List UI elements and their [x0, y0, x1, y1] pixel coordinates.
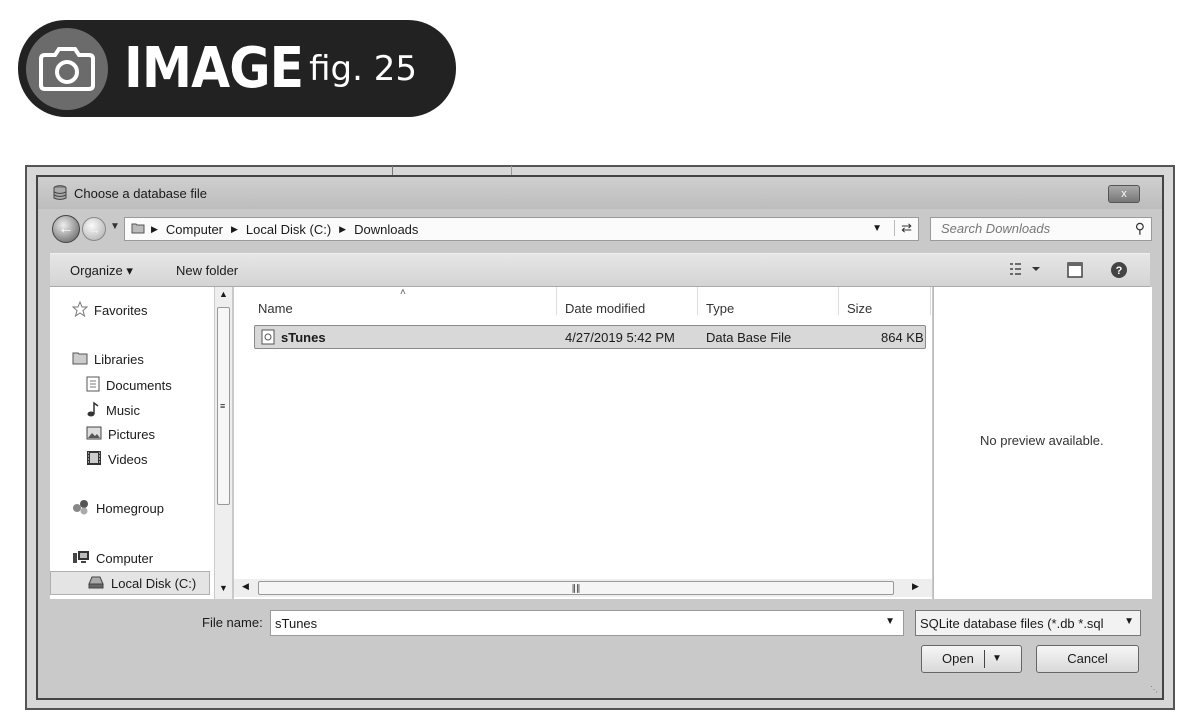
search-input[interactable]: Search Downloads ⚲ [930, 217, 1152, 241]
file-date: 4/27/2019 5:42 PM [565, 330, 675, 345]
search-icon[interactable]: ⚲ [1135, 220, 1145, 237]
figure-badge: IMAGE fig. 25 [18, 20, 456, 117]
folder-icon [131, 221, 145, 238]
breadcrumb-downloads[interactable]: ▶ Downloads [339, 222, 418, 237]
svg-text:?: ? [1116, 265, 1123, 277]
refresh-icon[interactable]: ⇄ [894, 220, 912, 236]
file-name-field[interactable]: sTunes ▼ [270, 610, 904, 636]
new-folder-button[interactable]: New folder [176, 263, 238, 278]
cancel-button[interactable]: Cancel [1036, 645, 1139, 673]
file-type-select[interactable]: SQLite database files (*.db *.sql ▼ [915, 610, 1141, 636]
nav-documents[interactable]: Documents [86, 376, 172, 395]
figure-title: IMAGE [124, 36, 304, 101]
toolbar: Organize ▾ New folder ? [50, 253, 1150, 287]
file-list-pane: ˄ Name Date modified Type Size sTunes 4/… [234, 287, 932, 599]
video-icon [86, 450, 102, 469]
open-button-label: Open [942, 651, 974, 666]
column-name[interactable]: Name [258, 301, 293, 316]
close-button[interactable]: x [1108, 185, 1140, 203]
forward-arrow-icon: → [87, 221, 101, 237]
scroll-left-icon[interactable]: ◀ [242, 581, 249, 592]
file-name: sTunes [281, 330, 326, 345]
nav-computer[interactable]: Computer [72, 549, 153, 568]
organize-button[interactable]: Organize ▾ [70, 263, 133, 279]
database-icon [52, 185, 68, 204]
close-icon: x [1121, 188, 1127, 200]
sort-indicator-icon: ˄ [400, 287, 406, 298]
recent-pages-dropdown[interactable]: ▼ [110, 221, 120, 232]
preview-pane-icon[interactable] [1066, 261, 1084, 282]
nav-local-disk[interactable]: Local Disk (C:) [50, 571, 210, 595]
column-type[interactable]: Type [706, 301, 734, 316]
file-type-value: SQLite database files (*.db *.sql [920, 616, 1104, 631]
title-bar: Choose a database file x [38, 177, 1162, 209]
dialog-title: Choose a database file [74, 186, 207, 201]
nav-music[interactable]: Music [86, 401, 140, 420]
computer-icon [72, 549, 90, 568]
file-row[interactable]: sTunes 4/27/2019 5:42 PM Data Base File … [254, 325, 926, 349]
homegroup-icon [72, 499, 90, 518]
back-button[interactable]: ← [52, 215, 80, 243]
file-name-label: File name: [202, 615, 263, 630]
chevron-down-icon[interactable]: ▼ [885, 616, 895, 627]
file-open-dialog: Choose a database file x ← → ▼ ▶ Computer… [36, 175, 1164, 700]
nav-favorites[interactable]: Favorites [71, 300, 147, 320]
picture-icon [86, 426, 102, 443]
open-button[interactable]: Open ▼ [921, 645, 1022, 673]
horizontal-scrollbar[interactable]: ◀ ∥∥ ▶ [234, 579, 932, 597]
address-dropdown-icon[interactable]: ▼ [872, 223, 882, 234]
scroll-right-icon[interactable]: ▶ [912, 581, 919, 592]
libraries-icon [72, 351, 88, 368]
back-arrow-icon: ← [58, 220, 74, 237]
preview-message: No preview available. [980, 433, 1104, 448]
nav-scrollbar[interactable]: ▲ ≡ ▼ [214, 287, 232, 599]
file-icon [261, 329, 275, 348]
preview-pane: No preview available. [933, 287, 1152, 599]
resize-grip-icon[interactable]: ⋱ [1150, 685, 1158, 694]
file-type: Data Base File [706, 330, 792, 345]
address-row: ← → ▼ ▶ Computer ▶ Local Disk (C:) ▶ Downlo… [50, 215, 1152, 243]
document-icon [86, 376, 100, 395]
camera-icon [26, 27, 108, 110]
chevron-down-icon[interactable]: ▼ [1122, 616, 1134, 627]
hscroll-thumb[interactable]: ∥∥ [258, 581, 894, 595]
file-name-value: sTunes [275, 616, 318, 631]
star-icon [71, 300, 89, 320]
figure-number: fig. 25 [309, 48, 418, 89]
file-size: 864 KB [881, 330, 924, 345]
nav-videos[interactable]: Videos [86, 450, 148, 469]
drive-icon [87, 574, 105, 593]
scroll-up-icon[interactable]: ▲ [219, 289, 228, 299]
breadcrumb-computer[interactable]: ▶ Computer [151, 222, 223, 237]
nav-homegroup[interactable]: Homegroup [72, 499, 164, 518]
nav-libraries[interactable]: Libraries [72, 351, 144, 368]
nav-pictures[interactable]: Pictures [86, 426, 155, 443]
search-placeholder: Search Downloads [941, 221, 1051, 236]
column-date-modified[interactable]: Date modified [565, 301, 645, 316]
view-options-icon[interactable] [1008, 261, 1046, 280]
forward-button[interactable]: → [82, 217, 106, 241]
scroll-down-icon[interactable]: ▼ [219, 583, 228, 593]
open-options-dropdown-icon[interactable]: ▼ [992, 646, 1002, 672]
column-size[interactable]: Size [847, 301, 872, 316]
music-icon [86, 401, 100, 420]
navigation-pane: Favorites Libraries Documents Music Pict… [50, 287, 232, 599]
help-icon[interactable]: ? [1110, 261, 1128, 282]
address-bar[interactable]: ▶ Computer ▶ Local Disk (C:) ▶ Downloads ▼ … [124, 217, 919, 241]
breadcrumb-local-disk[interactable]: ▶ Local Disk (C:) [231, 222, 331, 237]
